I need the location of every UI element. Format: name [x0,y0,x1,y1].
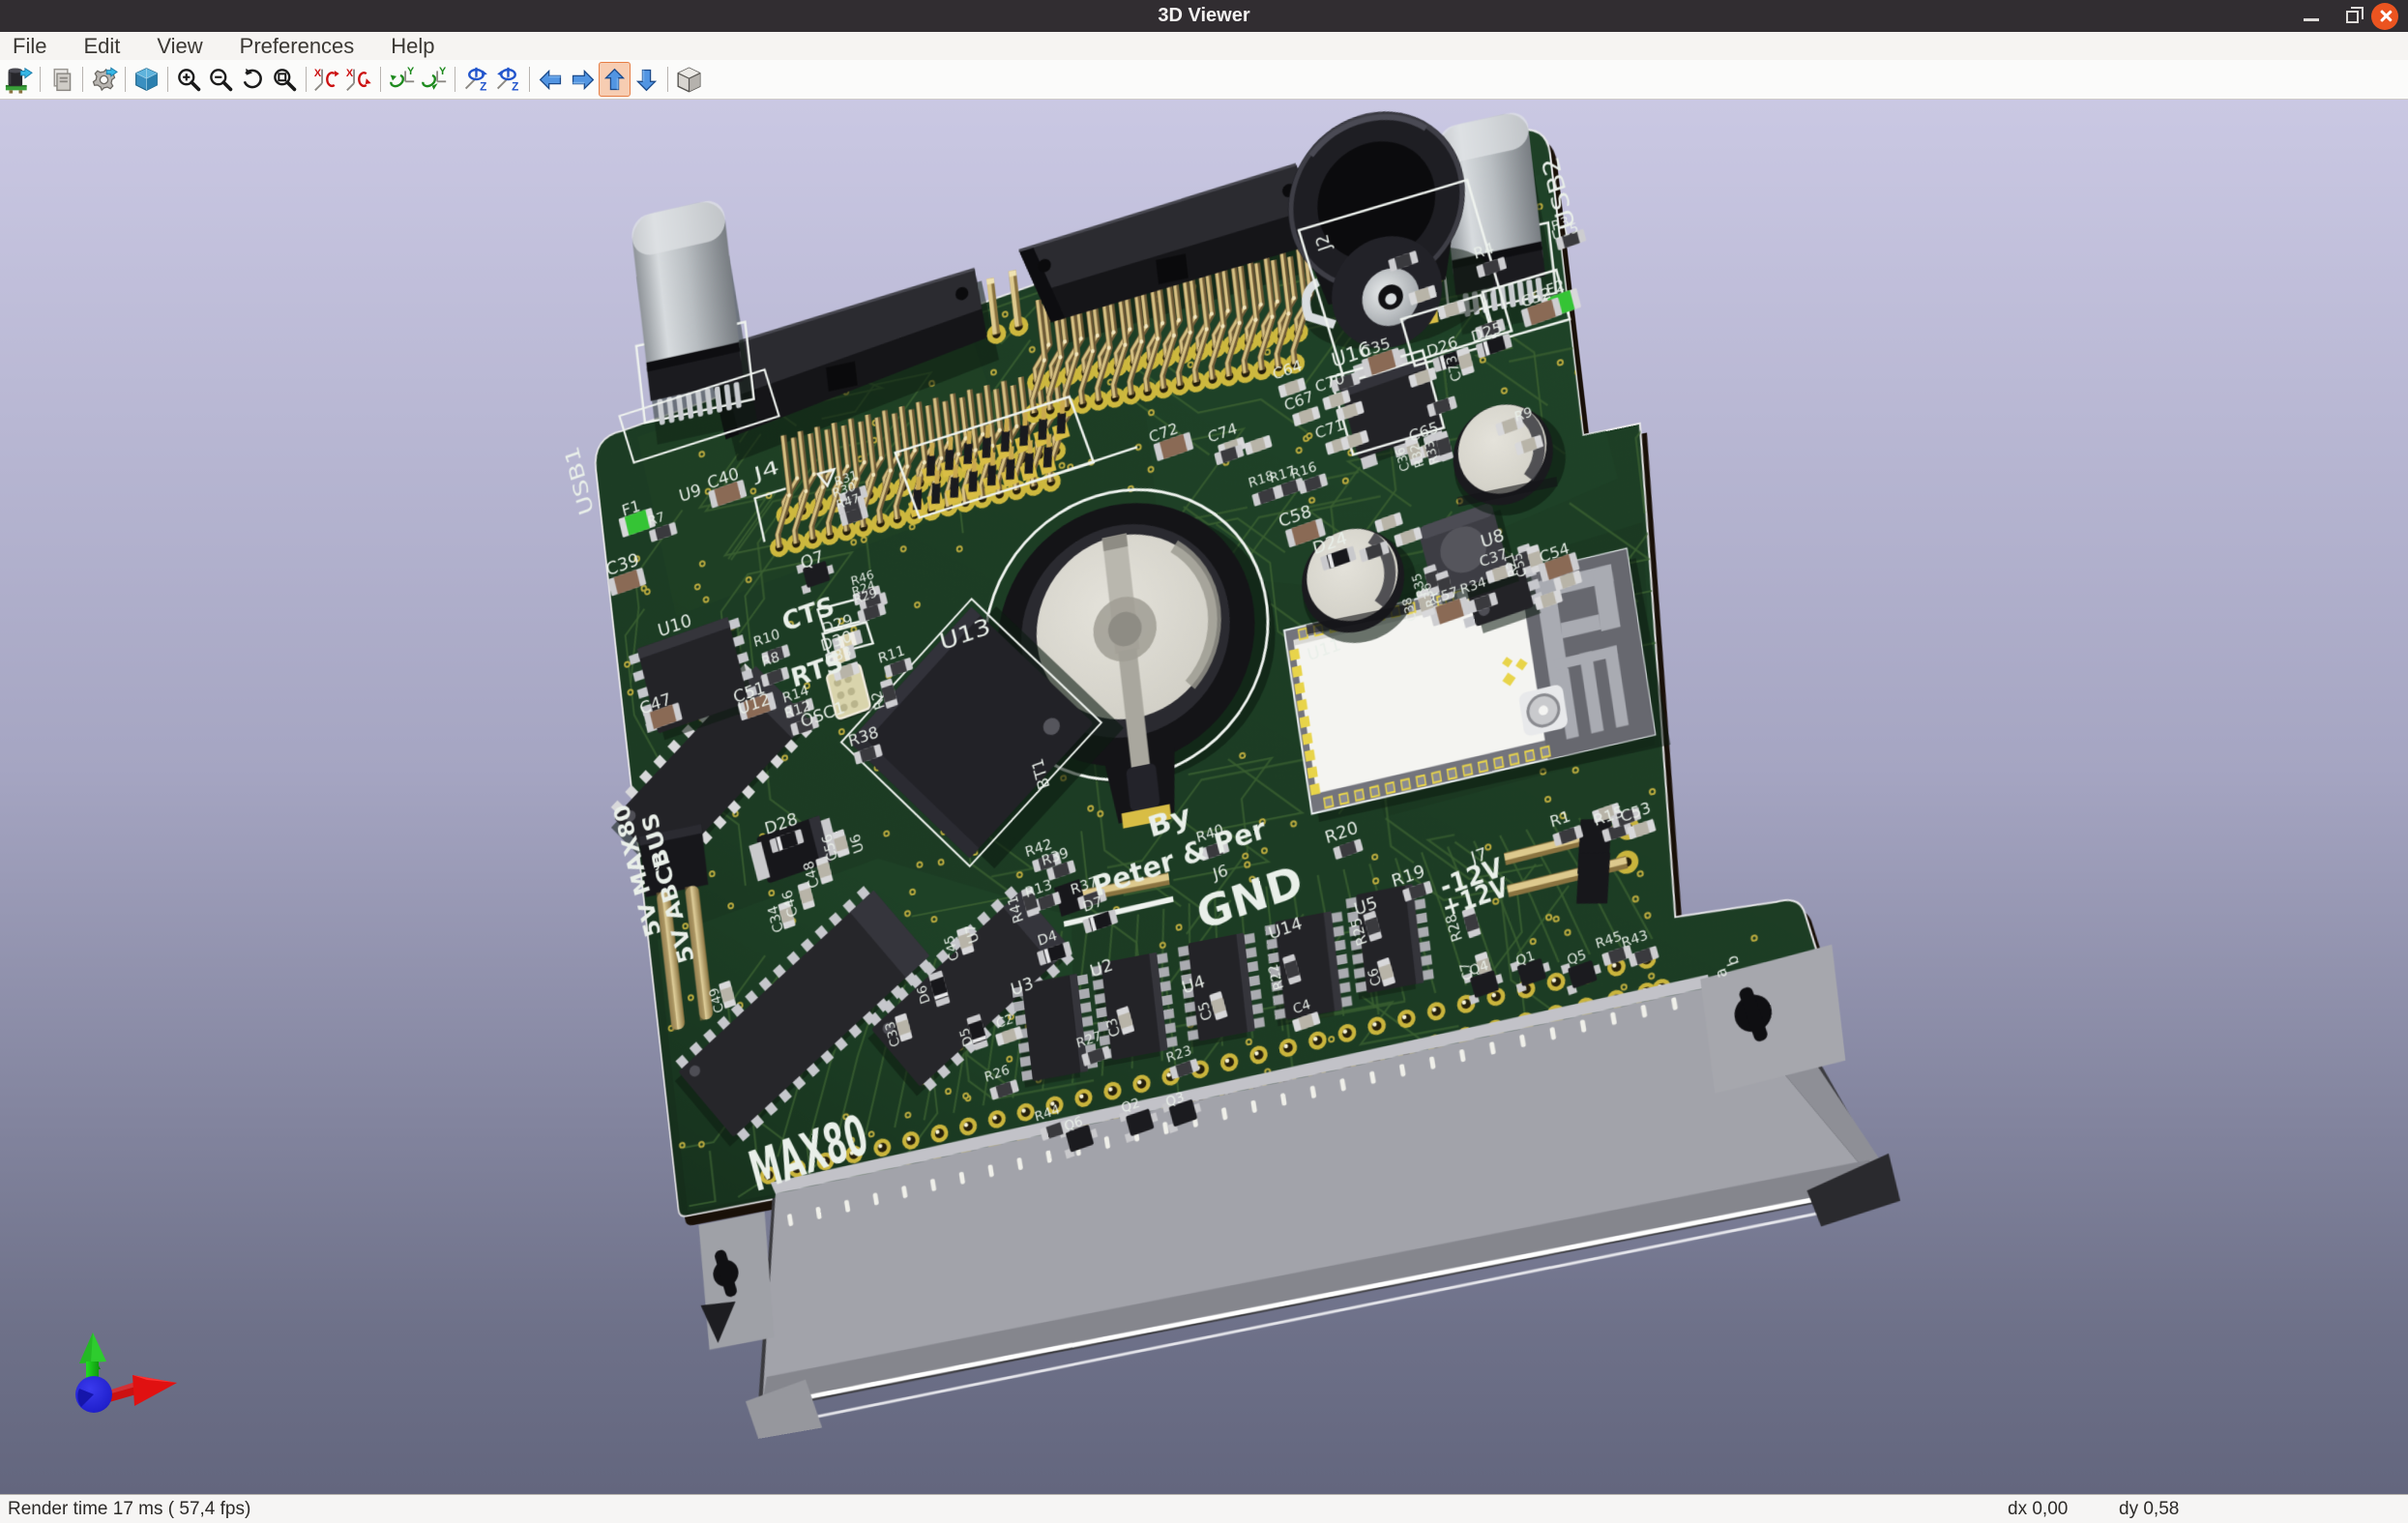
toolbar: X X Y Y Z Z [0,60,2408,100]
svg-text:Z: Z [512,80,518,93]
move-down-button[interactable] [631,62,662,97]
rotate-y-clockwise-button[interactable]: Y [386,62,418,97]
reload-board-button[interactable] [3,62,35,97]
copy-image-icon [47,66,75,94]
ortho-projection-icon [675,66,703,94]
render-current-view-icon [132,66,161,94]
restore-button[interactable] [2338,3,2365,30]
rotate-z-counterclockwise-button[interactable]: Z [492,62,524,97]
left-bracket [695,1212,778,1350]
minimize-icon [2304,18,2319,21]
rotate-y-clockwise-icon: Y [388,66,416,94]
rotate-y-counterclockwise-button[interactable]: Y [418,62,450,97]
menu-file[interactable]: File [0,32,65,61]
close-icon [2379,10,2392,22]
svg-text:Z: Z [480,80,486,93]
svg-text:X: X [346,67,354,78]
3d-viewport[interactable]: USB1F1R7C39U9C40C47U10C51U12R14R12OSC1R2… [0,100,2408,1494]
ortho-projection-button[interactable] [673,62,705,97]
redraw-button[interactable] [237,62,269,97]
toolbar-separator [529,67,530,92]
render-options-icon [90,66,118,94]
redraw-icon [239,66,267,94]
toolbar-separator [306,67,307,92]
toolbar-separator [167,67,168,92]
move-down-icon [632,66,661,94]
move-right-button[interactable] [567,62,599,97]
move-up-icon [601,66,629,94]
status-bar: Render time 17 ms ( 57,4 fps) dx 0,00 dy… [0,1494,2408,1523]
rotate-y-counterclockwise-icon: Y [420,66,448,94]
close-button[interactable] [2371,3,2398,30]
menu-preferences[interactable]: Preferences [221,32,373,61]
rotate-x-counterclockwise-button[interactable]: X [343,62,375,97]
minimize-button[interactable] [2298,3,2325,30]
render-options-button[interactable] [88,62,120,97]
zoom-out-button[interactable] [205,62,237,97]
zoom-to-fit-icon [271,66,299,94]
window-title: 3D Viewer [0,5,2408,27]
status-dx: dx 0,00 [2008,1499,2068,1520]
zoom-in-icon [175,66,203,94]
zoom-in-button[interactable] [173,62,205,97]
toolbar-separator [82,67,83,92]
rotate-z-clockwise-button[interactable]: Z [460,62,492,97]
toolbar-separator [125,67,126,92]
menu-bar: FileEditViewPreferencesHelp [0,32,2408,60]
copy-image-button[interactable] [45,62,77,97]
kicad-3d-viewer-window: 3D Viewer FileEditViewPreferencesHelp X … [0,0,2408,1523]
menu-edit[interactable]: Edit [65,32,138,61]
menu-view[interactable]: View [138,32,220,61]
titlebar[interactable]: 3D Viewer [0,0,2408,32]
move-up-button[interactable] [599,62,631,97]
pcb-3d-render: USB1F1R7C39U9C40C47U10C51U12R14R12OSC1R2… [475,100,2026,1463]
move-left-button[interactable] [535,62,567,97]
rotate-z-counterclockwise-icon: Z [494,66,522,94]
move-left-icon [537,66,565,94]
reload-board-icon [5,66,33,94]
zoom-to-fit-button[interactable] [269,62,301,97]
rotate-z-clockwise-icon: Z [462,66,490,94]
toolbar-separator [667,67,668,92]
move-right-icon [569,66,597,94]
rotate-x-clockwise-button[interactable]: X [311,62,343,97]
toolbar-separator [380,67,381,92]
svg-text:X: X [314,67,322,78]
svg-text:Y: Y [407,66,415,77]
render-time: Render time 17 ms ( 57,4 fps) [8,1499,250,1520]
zoom-out-icon [207,66,235,94]
menu-help[interactable]: Help [372,32,453,61]
status-dy: dy 0,58 [2119,1499,2179,1520]
silk-label: USB1 [560,443,599,517]
rotate-x-clockwise-icon: X [313,66,341,94]
render-current-view-button[interactable] [131,62,162,97]
toolbar-separator [40,67,41,92]
rotate-x-counterclockwise-icon: X [345,66,373,94]
axis-gizmo [39,1325,193,1441]
restore-icon [2346,11,2359,23]
svg-text:Y: Y [439,66,447,77]
